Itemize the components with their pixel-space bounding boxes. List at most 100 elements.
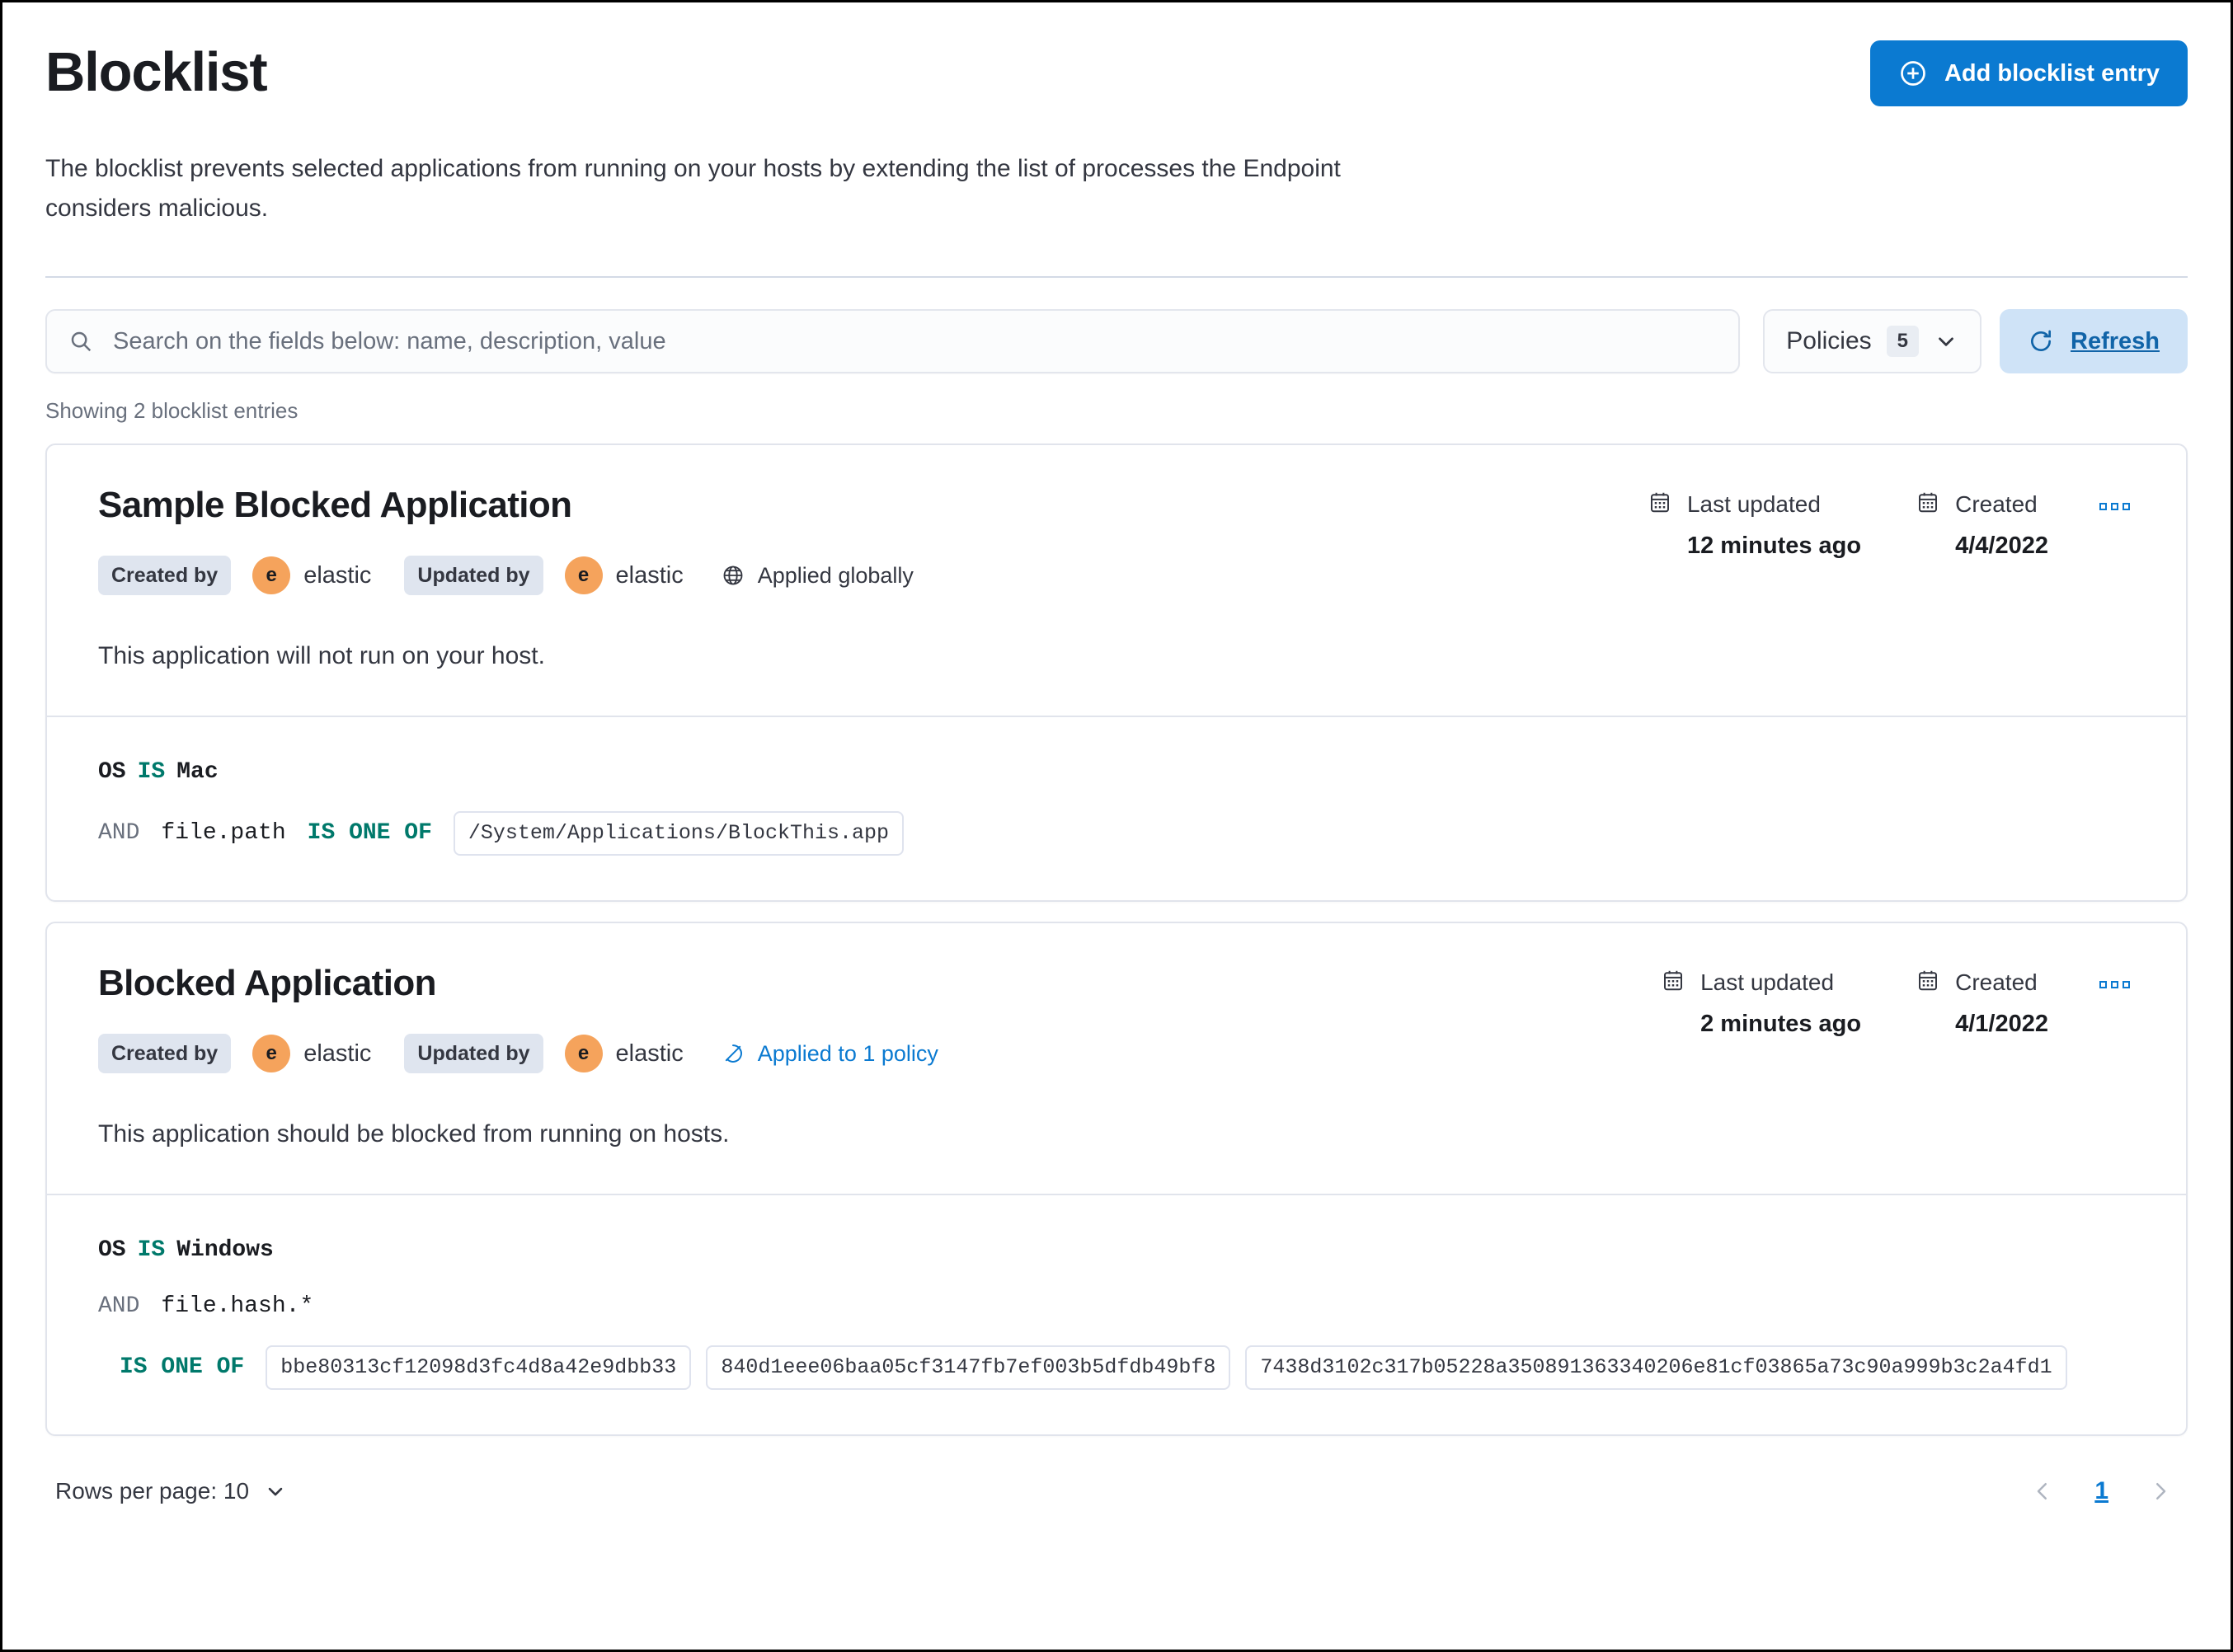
policies-filter-dropdown[interactable]: Policies 5 (1763, 309, 1981, 373)
refresh-label: Refresh (2071, 327, 2160, 354)
criteria-os-value: Windows (176, 1237, 274, 1263)
showing-entries-text: Showing 2 blocklist entries (45, 398, 299, 423)
created-by-label: Created by (98, 556, 232, 595)
calendar-icon (1916, 968, 1940, 993)
search-box[interactable] (45, 309, 1741, 373)
criteria-field-line: AND file.path IS ONE OF /System/Applicat… (98, 811, 2135, 856)
calendar-icon (1648, 490, 1672, 514)
add-blocklist-entry-label: Add blocklist entry (1944, 59, 2160, 87)
entry-description: This application will not run on your ho… (98, 642, 545, 669)
dot (2123, 981, 2130, 988)
table-footer: Rows per page: 10 1 (45, 1474, 2188, 1509)
updated-by-user: elastic (615, 1040, 684, 1067)
chevron-down-icon (264, 1480, 287, 1503)
entry-dates: Last updated 12 minutes ago Created 4/4/… (1648, 483, 2135, 561)
policies-count-badge: 5 (1886, 326, 1919, 357)
page-description: The blocklist prevents selected applicat… (45, 155, 1341, 222)
refresh-icon (2028, 328, 2054, 354)
criteria-os-value: Mac (176, 759, 219, 785)
previous-page-button[interactable] (2025, 1474, 2060, 1509)
criteria-os-field: OS (98, 1237, 126, 1263)
criteria-value-pill: bbe80313cf12098d3fc4d8a42e9dbb33 (266, 1345, 692, 1390)
applied-policy-link[interactable]: Applied to 1 policy (722, 1041, 938, 1067)
criteria-field-line: AND file.hash.* (98, 1289, 2135, 1324)
criteria-os-line: OS IS Mac (98, 755, 2135, 790)
created-label: Created (1955, 491, 2038, 517)
entry-meta-row: Created by e elastic Updated by e elasti… (98, 556, 914, 595)
entry-title: Blocked Application (98, 963, 437, 1003)
blocklist-page: Blocklist Add blocklist entry The blockl… (0, 0, 2233, 1652)
last-updated-label: Last updated (1686, 491, 1821, 517)
criteria-value-pill: 7438d3102c317b05228a350891363340206e81cf… (1245, 1345, 2067, 1390)
last-updated-value: 2 minutes ago (1700, 1011, 1862, 1037)
search-icon (68, 329, 93, 354)
rows-per-page-label: Rows per page: 10 (55, 1478, 250, 1504)
criteria-field: file.path (161, 820, 286, 846)
page-header: Blocklist Add blocklist entry (45, 40, 2188, 106)
criteria-operator: IS ONE OF (120, 1354, 245, 1380)
policy-partial-circle-icon (722, 1042, 745, 1065)
search-input[interactable] (111, 310, 1718, 373)
toolbar: Policies 5 Refresh (45, 309, 2188, 373)
blocklist-entry-card: Sample Blocked Application Created by e … (45, 444, 2188, 902)
avatar: e (564, 556, 603, 594)
criteria-field: file.hash.* (161, 1293, 314, 1319)
avatar: e (252, 556, 291, 594)
add-blocklist-entry-button[interactable]: Add blocklist entry (1869, 40, 2188, 106)
created-value: 4/1/2022 (1955, 1011, 2048, 1037)
criteria-conjunction: AND (98, 1293, 140, 1319)
entry-meta-row: Created by e elastic Updated by e elasti… (98, 1034, 938, 1073)
pagination: 1 (2025, 1474, 2178, 1509)
page-title: Blocklist (45, 41, 268, 103)
dot (2099, 503, 2107, 510)
applied-scope: Applied globally (722, 563, 914, 589)
criteria-os-operator: IS (137, 759, 166, 785)
calendar-icon (1916, 490, 1940, 514)
criteria-os-operator: IS (137, 1237, 166, 1263)
plus-circle-icon (1898, 59, 1928, 88)
entry-actions-menu-button[interactable] (2094, 976, 2135, 993)
criteria-value-pill: /System/Applications/BlockThis.app (453, 811, 904, 856)
rows-per-page-dropdown[interactable]: Rows per page: 10 (55, 1478, 287, 1504)
created-by-label: Created by (98, 1034, 232, 1073)
dot (2123, 503, 2130, 510)
entry-criteria: OS IS Mac AND file.path IS ONE OF /Syste… (47, 716, 2186, 900)
dot (2111, 503, 2118, 510)
created-value: 4/4/2022 (1955, 533, 2048, 559)
refresh-button[interactable]: Refresh (2000, 309, 2188, 373)
avatar: e (252, 1035, 291, 1072)
applied-policy-label: Applied to 1 policy (757, 1040, 938, 1066)
created-block: Created 4/1/2022 (1916, 968, 2048, 1039)
last-updated-label: Last updated (1700, 969, 1835, 995)
entry-dates: Last updated 2 minutes ago Created 4/1/2… (1661, 961, 2135, 1039)
criteria-os-field: OS (98, 759, 126, 785)
criteria-os-line: OS IS Windows (98, 1233, 2135, 1268)
entry-title: Sample Blocked Application (98, 485, 572, 525)
header-divider (45, 276, 2188, 278)
dot (2111, 981, 2118, 988)
entry-actions-menu-button[interactable] (2094, 498, 2135, 515)
blocklist-entry-card: Blocked Application Created by e elastic… (45, 922, 2188, 1436)
created-by-user: elastic (303, 1040, 372, 1067)
criteria-values: bbe80313cf12098d3fc4d8a42e9dbb33 840d1ee… (266, 1345, 2081, 1390)
entry-description: This application should be blocked from … (98, 1120, 730, 1147)
dot (2099, 981, 2107, 988)
last-updated-block: Last updated 12 minutes ago (1648, 490, 1861, 561)
created-block: Created 4/4/2022 (1916, 490, 2048, 561)
criteria-values: /System/Applications/BlockThis.app (453, 811, 919, 856)
updated-by-label: Updated by (404, 556, 543, 595)
applied-scope-label: Applied globally (757, 562, 914, 588)
policies-filter-label: Policies (1786, 327, 1872, 354)
created-label: Created (1955, 969, 2038, 995)
globe-icon (722, 564, 745, 587)
page-number-1[interactable]: 1 (2085, 1476, 2118, 1507)
calendar-icon (1661, 968, 1685, 993)
created-by-user: elastic (303, 561, 372, 589)
criteria-operator: IS ONE OF (307, 820, 432, 846)
next-page-button[interactable] (2143, 1474, 2178, 1509)
entry-criteria: OS IS Windows AND file.hash.* IS ONE OF (47, 1194, 2186, 1434)
avatar: e (564, 1035, 603, 1072)
updated-by-user: elastic (615, 561, 684, 589)
criteria-conjunction: AND (98, 820, 140, 846)
updated-by-label: Updated by (404, 1034, 543, 1073)
